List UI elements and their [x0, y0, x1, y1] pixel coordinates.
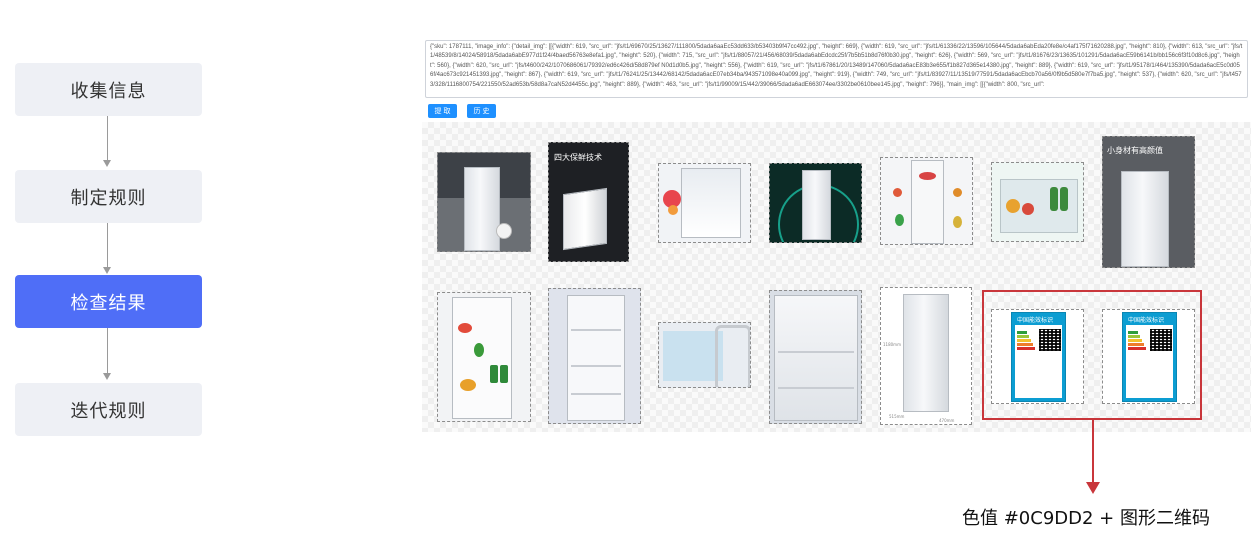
product-thumbnail[interactable] — [548, 288, 641, 424]
flow-connector — [107, 328, 108, 375]
product-thumbnail[interactable]: 1180mm 515mm 470mm — [880, 287, 972, 425]
annotation-caption: 色值 #0C9DD2 + 图形二维码 — [962, 508, 1210, 529]
arrow-down-icon — [1086, 482, 1100, 494]
flow-step-collect[interactable]: 收集信息 — [15, 63, 202, 116]
json-textarea[interactable]: {"sku": 1787111, "image_info": {"detail_… — [425, 40, 1248, 98]
flow-step-define[interactable]: 制定规则 — [15, 170, 202, 223]
dimension-height: 1180mm — [883, 342, 901, 347]
product-thumbnail[interactable] — [437, 292, 531, 422]
history-button[interactable]: 历 史 — [467, 104, 496, 118]
product-thumbnail[interactable] — [769, 290, 862, 424]
extract-button[interactable]: 提 取 — [428, 104, 457, 118]
dimension-depth: 470mm — [939, 418, 955, 423]
flow-step-check[interactable]: 检查结果 — [15, 275, 202, 328]
dimension-width: 515mm — [889, 414, 905, 419]
product-thumbnail[interactable]: 小身材有高颜值 — [1102, 136, 1195, 268]
product-thumbnail[interactable]: 四大保鲜技术 — [548, 142, 629, 262]
arrow-down-icon — [103, 267, 111, 274]
annotation-connector — [1092, 420, 1094, 483]
product-thumbnail[interactable] — [769, 163, 862, 243]
product-thumbnail[interactable] — [880, 157, 973, 245]
product-thumbnail[interactable] — [658, 163, 751, 243]
thumbnail-title: 小身材有高颜值 — [1107, 146, 1163, 155]
product-thumbnail[interactable] — [658, 322, 751, 388]
highlight-box — [982, 290, 1202, 420]
thumbnail-title: 四大保鲜技术 — [554, 153, 602, 162]
product-thumbnail[interactable] — [437, 152, 531, 252]
product-thumbnail[interactable] — [991, 162, 1084, 242]
flow-connector — [107, 223, 108, 269]
flow-connector — [107, 116, 108, 162]
arrow-down-icon — [103, 160, 111, 167]
arrow-down-icon — [103, 373, 111, 380]
flow-step-iterate[interactable]: 迭代规则 — [15, 383, 202, 436]
